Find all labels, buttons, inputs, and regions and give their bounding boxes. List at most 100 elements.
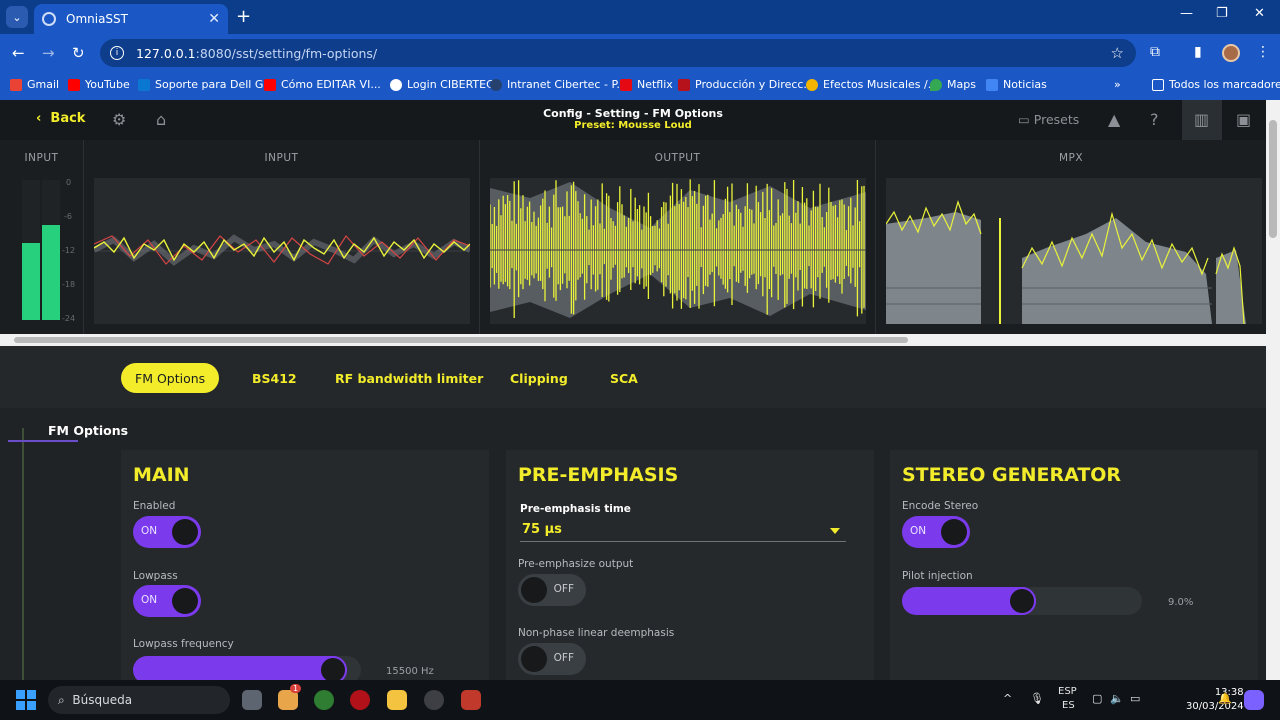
news-icon	[986, 78, 998, 91]
help-icon[interactable]: ?	[1150, 110, 1159, 129]
vertical-scrollbar-thumb[interactable]	[1269, 120, 1277, 238]
record-app-icon[interactable]	[350, 690, 370, 710]
task-view-icon[interactable]	[242, 690, 262, 710]
side-panel-icon[interactable]: ▮	[1194, 44, 1202, 60]
encode-stereo-label: Encode Stereo	[902, 500, 979, 512]
obs-icon[interactable]	[424, 690, 444, 710]
vertical-scrollbar[interactable]	[1266, 100, 1280, 680]
monitor-icon[interactable]: ▣	[1236, 110, 1251, 129]
volume-icon[interactable]: 🔈	[1110, 692, 1124, 705]
url-host: 127.0.0.1	[136, 45, 196, 61]
maximize-icon[interactable]: ❐	[1216, 6, 1228, 21]
browser-tab[interactable]: OmniaSST ✕	[34, 4, 228, 34]
bookmark-gmail[interactable]: Gmail	[10, 78, 59, 91]
bookmark-editar[interactable]: Cómo EDITAR VI...	[264, 78, 381, 91]
pre-emphasis-time-select[interactable]: 75 µs	[520, 522, 846, 542]
notification-badge: 1	[290, 684, 302, 693]
all-bookmarks[interactable]: Todos los marcadores	[1152, 78, 1280, 91]
bookmark-dell[interactable]: Soporte para Dell G...	[138, 78, 274, 91]
chevron-up-icon[interactable]: ^	[1003, 692, 1012, 705]
bookmark-netflix[interactable]: Netflix	[620, 78, 673, 91]
back-arrow-icon[interactable]: ←	[12, 44, 25, 62]
tab-search-icon[interactable]: ⌄	[6, 6, 28, 28]
presets-button[interactable]: ▭ Presets	[1018, 112, 1079, 127]
mpx-label: MPX	[1058, 152, 1084, 164]
copilot-icon[interactable]	[1244, 690, 1264, 710]
close-window-icon[interactable]: ✕	[1254, 6, 1265, 21]
taskbar-search[interactable]: ⌕ Búsqueda	[48, 686, 230, 714]
wifi-icon[interactable]: ▢	[1092, 692, 1102, 705]
globe-icon	[42, 12, 56, 26]
enabled-toggle[interactable]: ON	[133, 516, 201, 548]
warning-icon[interactable]: ▲	[1108, 110, 1120, 129]
pre-emphasis-title: PRE-EMPHASIS	[518, 464, 679, 486]
bookmark-noticias[interactable]: Noticias	[986, 78, 1047, 91]
bookmark-intranet[interactable]: Intranet Cibertec - P...	[490, 78, 627, 91]
teams-icon[interactable]: 1	[278, 684, 302, 710]
tab-clipping[interactable]: Clipping	[496, 363, 582, 393]
app-header: ‹ Back ⚙ ⌂ Config - Setting - FM Options…	[0, 100, 1266, 140]
bookmark-maps[interactable]: Maps	[930, 78, 976, 91]
pilot-injection-value: 9.0%	[1168, 597, 1194, 608]
vu-scale-6: -6	[64, 212, 72, 221]
stereo-generator-title: STEREO GENERATOR	[902, 464, 1122, 486]
sidebar-item-fm-options[interactable]: FM Options	[48, 423, 128, 438]
tab-bs412[interactable]: BS412	[238, 363, 311, 393]
menu-icon[interactable]: ⋮	[1256, 44, 1270, 60]
pre-emphasis-card: PRE-EMPHASIS Pre-emphasis time 75 µs Pre…	[506, 450, 874, 680]
minimize-icon[interactable]: —	[1180, 6, 1193, 21]
main-card: MAIN Enabled ON Lowpass ON Lowpass frequ…	[121, 450, 489, 684]
pre-emphasize-output-label: Pre-emphasize output	[518, 558, 634, 570]
tab-fm-options[interactable]: FM Options	[121, 363, 220, 393]
pilot-injection-slider[interactable]	[902, 587, 1142, 615]
bookmark-youtube[interactable]: YouTube	[68, 78, 130, 91]
pre-emphasize-output-toggle[interactable]: OFF	[518, 574, 586, 606]
bookmark-produccion[interactable]: Producción y Direcc...	[678, 78, 814, 91]
input-waveform	[94, 178, 470, 324]
netflix-icon	[620, 78, 632, 91]
more-bookmarks-icon[interactable]: »	[1114, 78, 1121, 91]
tab-sca[interactable]: SCA	[596, 363, 652, 393]
sidebar-line	[22, 428, 24, 680]
microphone-icon[interactable]: 🎙	[1030, 692, 1044, 705]
language-top[interactable]: ESP	[1058, 686, 1077, 697]
lowpass-toggle[interactable]: ON	[133, 585, 201, 617]
extensions-icon[interactable]: ⧉	[1150, 44, 1160, 60]
bookmark-efectos[interactable]: Efectos Musicales /...	[806, 78, 938, 91]
search-icon: ⌕	[58, 692, 65, 707]
folder-icon	[1152, 78, 1164, 91]
main-title: MAIN	[133, 464, 190, 486]
vu-panel: INPUT 0 -6 -12 -18 -24	[0, 140, 84, 334]
taskbar-clock[interactable]: 13:38 30/03/2024	[1186, 686, 1244, 714]
site-info-icon[interactable]: i	[110, 46, 124, 60]
vu-scale-0: 0	[66, 178, 72, 187]
address-bar[interactable]: i 127.0.0.1:8080/sst/setting/fm-options/…	[100, 39, 1136, 67]
battery-icon[interactable]: ▭	[1130, 692, 1140, 705]
language-bottom[interactable]: ES	[1062, 700, 1075, 711]
slider-handle[interactable]	[1008, 587, 1036, 615]
chrome-icon[interactable]	[314, 690, 334, 710]
encode-stereo-toggle[interactable]: ON	[902, 516, 970, 548]
toggle-knob	[172, 588, 198, 614]
file-explorer-icon[interactable]	[387, 690, 407, 710]
non-phase-deemphasis-toggle[interactable]: OFF	[518, 643, 586, 675]
ub-icon	[678, 78, 690, 91]
bookmark-cibertec-login[interactable]: Login CIBERTEC	[390, 78, 494, 91]
forward-arrow-icon[interactable]: →	[42, 44, 55, 62]
horizontal-scrollbar[interactable]	[0, 334, 1266, 346]
windows-start-icon[interactable]	[16, 690, 36, 710]
editor-app-icon[interactable]	[461, 690, 481, 710]
notifications-icon[interactable]: 🔔	[1218, 692, 1232, 705]
input-scope-label: INPUT	[264, 152, 299, 164]
bookmark-star-icon[interactable]: ☆	[1111, 44, 1124, 62]
tab-rf-bandwidth-limiter[interactable]: RF bandwidth limiter	[321, 363, 497, 393]
horizontal-scrollbar-thumb[interactable]	[14, 337, 908, 343]
vu-label: INPUT	[24, 152, 59, 164]
bookmarks-bar: Gmail YouTube Soporte para Dell G... Cóm…	[0, 72, 1280, 100]
profile-avatar[interactable]	[1222, 44, 1240, 62]
vu-left	[22, 180, 40, 320]
windows-taskbar: ⌕ Búsqueda 1 ^ 🎙 ESP ES ▢ 🔈 ▭ 13:38 30/03…	[0, 680, 1280, 720]
new-tab-icon[interactable]: +	[236, 6, 251, 27]
close-tab-icon[interactable]: ✕	[208, 11, 220, 27]
reload-icon[interactable]: ↻	[72, 44, 85, 62]
